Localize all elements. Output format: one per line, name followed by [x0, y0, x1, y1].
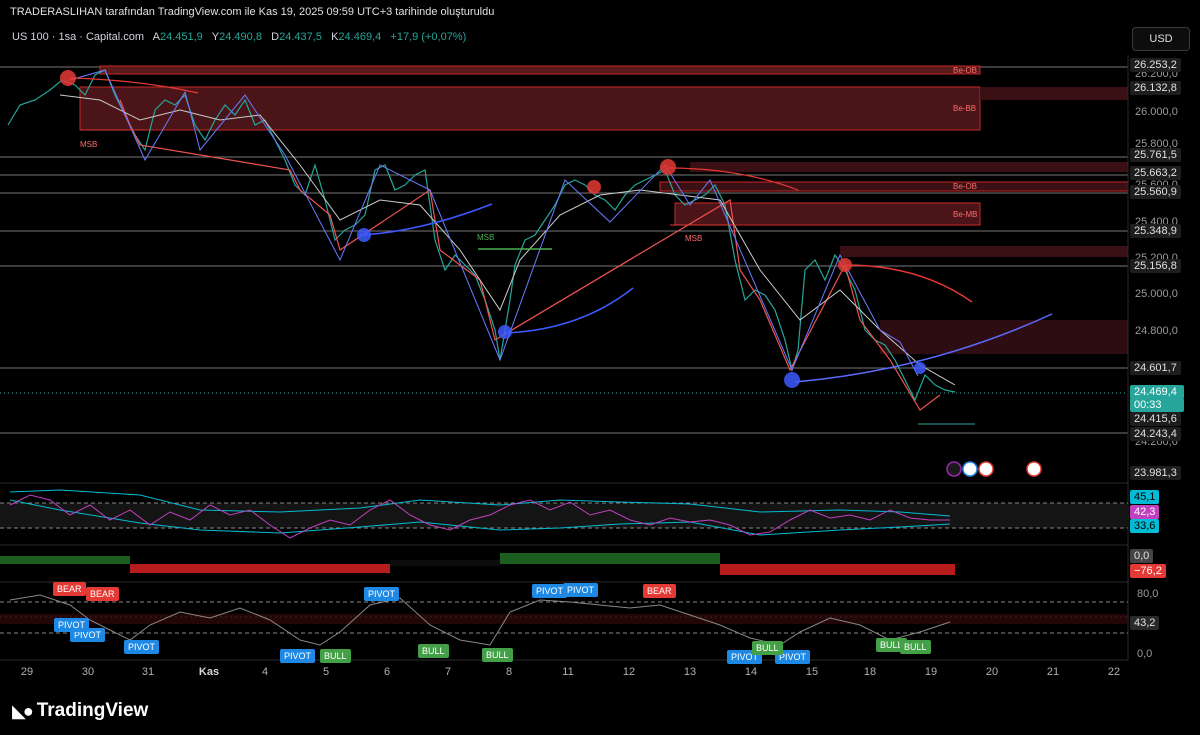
- time-tick-month: Kas: [198, 666, 220, 678]
- bear-signal-tag[interactable]: BEAR: [643, 584, 676, 598]
- msb-label: MSB: [685, 234, 703, 243]
- time-tick: 29: [20, 666, 34, 678]
- zone-be-bb: [79, 86, 981, 131]
- time-tick: 21: [1046, 666, 1060, 678]
- bull-signal-tag[interactable]: BULL: [900, 640, 931, 654]
- time-tick: 6: [383, 666, 391, 678]
- oscillator-tick: 0,0: [1137, 648, 1153, 660]
- swing-high-marker[interactable]: [60, 70, 76, 86]
- price-tick: 24.800,0: [1135, 325, 1178, 337]
- price-label: 24.601,7: [1130, 361, 1181, 375]
- time-tick: 15: [805, 666, 819, 678]
- time-tick: 13: [683, 666, 697, 678]
- msb-label: MSB: [80, 140, 98, 149]
- price-label: 26.253,2: [1130, 58, 1181, 72]
- rsi-pane[interactable]: [0, 489, 1128, 539]
- zone-be-ob-mid: [659, 181, 1129, 192]
- price-label: 23.981,3: [1130, 466, 1181, 480]
- msb-label: MSB: [477, 233, 495, 242]
- histogram-value-label: −76,2: [1130, 564, 1166, 578]
- time-tick: 7: [444, 666, 452, 678]
- swing-high-marker[interactable]: [587, 180, 601, 194]
- pivot-signal-tag[interactable]: PIVOT: [124, 640, 160, 654]
- zone-label-be-ob-top: Be-OB: [953, 66, 978, 75]
- curve-red-1: [844, 264, 973, 303]
- price-label: 24.415,6: [1130, 412, 1181, 426]
- pivot-signal-tag[interactable]: PIVOT: [54, 618, 90, 632]
- time-tick: 8: [505, 666, 513, 678]
- swing-low-marker[interactable]: [784, 372, 800, 388]
- oscillator-tick: 80,0: [1137, 588, 1159, 600]
- us-flag-icon: [978, 461, 994, 477]
- pivot-signal-tag[interactable]: PIVOT: [532, 584, 568, 598]
- zone-label-be-bb: Be-BB: [953, 104, 977, 113]
- bull-signal-tag[interactable]: BULL: [418, 644, 449, 658]
- oscillator-pane[interactable]: [0, 594, 1128, 646]
- price-label: 25.560,9: [1130, 185, 1181, 199]
- rsi-lower-band-label: 33,6: [1130, 519, 1160, 533]
- time-tick: 22: [1107, 666, 1121, 678]
- us-flag-icon: [1026, 461, 1042, 477]
- rsi-value-label: 42,3: [1130, 505, 1160, 519]
- curve-blue-1: [359, 203, 493, 236]
- swing-low-marker[interactable]: [357, 228, 371, 242]
- price-label: 25.761,5: [1130, 148, 1181, 162]
- zone-be-mb: [674, 202, 981, 226]
- bear-candle-overlay: [119, 99, 941, 411]
- pivot-signal-tag[interactable]: PIVOT: [280, 649, 316, 663]
- moving-average-line: [59, 94, 956, 386]
- time-tick: 5: [322, 666, 330, 678]
- time-tick: 12: [622, 666, 636, 678]
- bear-signal-tag[interactable]: BEAR: [53, 582, 86, 596]
- swing-low-marker[interactable]: [498, 325, 512, 339]
- price-tick: 25.000,0: [1135, 288, 1178, 300]
- tradingview-brand-text: TradingView: [36, 700, 149, 721]
- price-tick: 26.000,0: [1135, 106, 1178, 118]
- time-tick: 4: [261, 666, 269, 678]
- price-label: 25.348,9: [1130, 224, 1181, 238]
- zone-be-ob-top: [99, 65, 981, 75]
- bull-signal-tag[interactable]: BULL: [482, 648, 513, 662]
- price-label: 26.132,8: [1130, 81, 1181, 95]
- bull-signal-tag[interactable]: BULL: [320, 649, 351, 663]
- time-tick: 19: [924, 666, 938, 678]
- zone-be-bb-extension: [980, 87, 1128, 100]
- zone-label-be-mb: Be-MB: [953, 210, 978, 219]
- curve-blue-2: [504, 287, 634, 334]
- time-tick: 11: [562, 666, 574, 678]
- zone-label-be-ob-mid: Be-OB: [953, 182, 978, 191]
- rsi-upper-band-label: 45,1: [1130, 490, 1160, 504]
- zone-lower-right: [840, 246, 1128, 257]
- bull-signal-tag[interactable]: BULL: [752, 641, 783, 655]
- pivot-signal-tag[interactable]: PIVOT: [563, 583, 599, 597]
- oscillator-value-label: 43,2: [1130, 616, 1160, 630]
- us-flag-icon: [962, 461, 978, 477]
- swing-low-marker[interactable]: [914, 362, 926, 374]
- zone-upper-right: [690, 162, 1128, 172]
- price-label: 24.243,4: [1130, 427, 1181, 441]
- chart-canvas[interactable]: [0, 0, 1200, 735]
- price-label: 25.663,2: [1130, 166, 1181, 180]
- bar-countdown-label: 00:33: [1130, 398, 1184, 412]
- histogram-zero-label: 0,0: [1130, 549, 1154, 563]
- pivot-signal-tag[interactable]: PIVOT: [364, 587, 400, 601]
- zone-lower-pink: [880, 320, 1128, 354]
- tradingview-logo[interactable]: ◣● TradingView: [12, 700, 148, 722]
- current-price-label: 24.469,4: [1130, 385, 1184, 399]
- bear-signal-tag[interactable]: BEAR: [86, 587, 119, 601]
- histogram-pane[interactable]: [0, 553, 955, 575]
- time-tick: 31: [141, 666, 155, 678]
- swing-high-marker[interactable]: [660, 159, 676, 175]
- event-icons[interactable]: [946, 461, 1042, 477]
- swing-high-marker[interactable]: [838, 258, 852, 272]
- time-tick: 18: [863, 666, 877, 678]
- lightning-event-icon: [946, 461, 962, 477]
- time-tick: 14: [744, 666, 758, 678]
- tradingview-logo-icon: ◣●: [12, 700, 34, 721]
- time-tick: 20: [985, 666, 999, 678]
- price-label: 25.156,8: [1130, 259, 1181, 273]
- time-tick: 30: [81, 666, 95, 678]
